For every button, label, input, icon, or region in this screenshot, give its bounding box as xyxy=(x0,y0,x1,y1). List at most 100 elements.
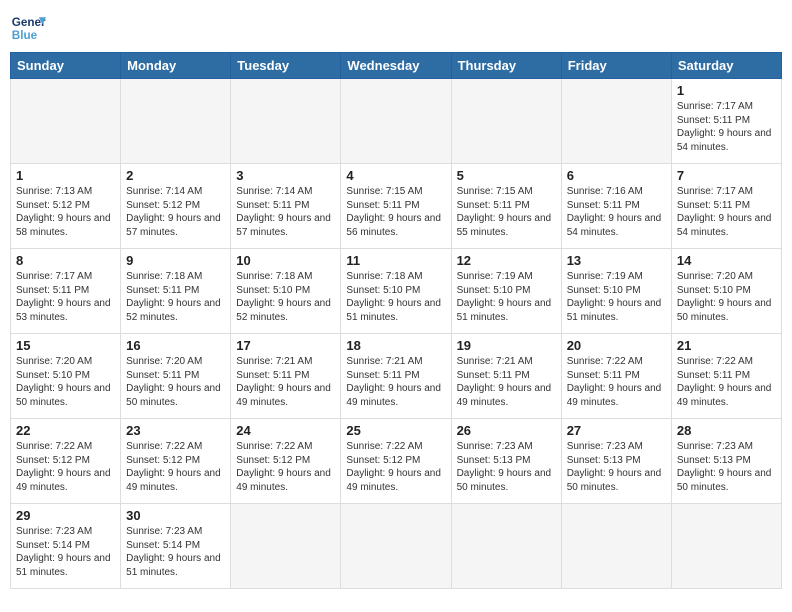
day-number: 18 xyxy=(346,338,445,353)
day-cell: 22Sunrise: 7:22 AMSunset: 5:12 PMDayligh… xyxy=(11,419,121,504)
day-cell: 29Sunrise: 7:23 AMSunset: 5:14 PMDayligh… xyxy=(11,504,121,589)
day-header-saturday: Saturday xyxy=(671,53,781,79)
day-number: 30 xyxy=(126,508,225,523)
day-info: Sunrise: 7:16 AMSunset: 5:11 PMDaylight:… xyxy=(567,185,666,239)
day-info: Sunrise: 7:23 AMSunset: 5:13 PMDaylight:… xyxy=(567,440,666,494)
logo: General Blue xyxy=(10,10,46,46)
day-cell: 10Sunrise: 7:18 AMSunset: 5:10 PMDayligh… xyxy=(231,249,341,334)
day-cell xyxy=(451,79,561,164)
day-cell: 25Sunrise: 7:22 AMSunset: 5:12 PMDayligh… xyxy=(341,419,451,504)
day-info: Sunrise: 7:22 AMSunset: 5:12 PMDaylight:… xyxy=(236,440,335,494)
day-cell: 21 Sunrise: 7:22 AMSunset: 5:11 PMDayligh… xyxy=(671,334,781,419)
day-cell: 23Sunrise: 7:22 AMSunset: 5:12 PMDayligh… xyxy=(121,419,231,504)
day-info: Sunrise: 7:22 AMSunset: 5:12 PMDaylight:… xyxy=(16,440,115,494)
day-number: 7 xyxy=(677,168,776,183)
day-number: 21 xyxy=(677,338,776,353)
day-cell xyxy=(451,504,561,589)
day-cell: 11 Sunrise: 7:18 AMSunset: 5:10 PMDayligh… xyxy=(341,249,451,334)
day-cell: 20 Sunrise: 7:22 AMSunset: 5:11 PMDayligh… xyxy=(561,334,671,419)
day-cell: 6 Sunrise: 7:16 AMSunset: 5:11 PMDaylight… xyxy=(561,164,671,249)
day-number: 2 xyxy=(126,168,225,183)
day-header-monday: Monday xyxy=(121,53,231,79)
day-cell xyxy=(231,79,341,164)
day-cell xyxy=(671,504,781,589)
day-cell: 5Sunrise: 7:15 AMSunset: 5:11 PMDaylight… xyxy=(451,164,561,249)
day-info: Sunrise: 7:15 AMSunset: 5:11 PMDaylight:… xyxy=(457,185,556,239)
day-number: 6 xyxy=(567,168,666,183)
day-cell: 3Sunrise: 7:14 AMSunset: 5:11 PMDaylight… xyxy=(231,164,341,249)
page-header: General Blue xyxy=(10,10,782,46)
day-info: Sunrise: 7:20 AMSunset: 5:10 PMDaylight:… xyxy=(16,355,115,409)
day-header-tuesday: Tuesday xyxy=(231,53,341,79)
day-info: Sunrise: 7:19 AMSunset: 5:10 PMDaylight:… xyxy=(567,270,666,324)
day-number: 8 xyxy=(16,253,115,268)
day-number: 24 xyxy=(236,423,335,438)
day-cell xyxy=(11,79,121,164)
day-cell: 16Sunrise: 7:20 AMSunset: 5:11 PMDayligh… xyxy=(121,334,231,419)
day-cell: 13Sunrise: 7:19 AMSunset: 5:10 PMDayligh… xyxy=(561,249,671,334)
week-row-1: 1 Sunrise: 7:17 AMSunset: 5:11 PMDaylight… xyxy=(11,79,782,164)
day-cell xyxy=(341,504,451,589)
day-number: 25 xyxy=(346,423,445,438)
day-number: 19 xyxy=(457,338,556,353)
day-header-thursday: Thursday xyxy=(451,53,561,79)
day-info: Sunrise: 7:18 AMSunset: 5:10 PMDaylight:… xyxy=(346,270,445,324)
day-info: Sunrise: 7:15 AMSunset: 5:11 PMDaylight:… xyxy=(346,185,445,239)
day-cell: 4 Sunrise: 7:15 AMSunset: 5:11 PMDaylight… xyxy=(341,164,451,249)
day-info: Sunrise: 7:21 AMSunset: 5:11 PMDaylight:… xyxy=(457,355,556,409)
day-number: 11 xyxy=(346,253,445,268)
week-row-4: 15 Sunrise: 7:20 AMSunset: 5:10 PMDayligh… xyxy=(11,334,782,419)
day-cell: 2 Sunrise: 7:14 AMSunset: 5:12 PMDaylight… xyxy=(121,164,231,249)
day-cell: 26 Sunrise: 7:23 AMSunset: 5:13 PMDayligh… xyxy=(451,419,561,504)
week-row-3: 8 Sunrise: 7:17 AMSunset: 5:11 PMDaylight… xyxy=(11,249,782,334)
day-cell: 14Sunrise: 7:20 AMSunset: 5:10 PMDayligh… xyxy=(671,249,781,334)
week-row-6: 29Sunrise: 7:23 AMSunset: 5:14 PMDayligh… xyxy=(11,504,782,589)
day-info: Sunrise: 7:19 AMSunset: 5:10 PMDaylight:… xyxy=(457,270,556,324)
day-number: 1 xyxy=(677,83,776,98)
day-info: Sunrise: 7:23 AMSunset: 5:13 PMDaylight:… xyxy=(677,440,776,494)
day-number: 1 xyxy=(16,168,115,183)
day-cell: 30 Sunrise: 7:23 AMSunset: 5:14 PMDayligh… xyxy=(121,504,231,589)
day-info: Sunrise: 7:21 AMSunset: 5:11 PMDaylight:… xyxy=(346,355,445,409)
day-info: Sunrise: 7:22 AMSunset: 5:11 PMDaylight:… xyxy=(567,355,666,409)
day-info: Sunrise: 7:23 AMSunset: 5:14 PMDaylight:… xyxy=(126,525,225,579)
day-info: Sunrise: 7:23 AMSunset: 5:13 PMDaylight:… xyxy=(457,440,556,494)
day-number: 15 xyxy=(16,338,115,353)
week-row-5: 22Sunrise: 7:22 AMSunset: 5:12 PMDayligh… xyxy=(11,419,782,504)
day-info: Sunrise: 7:17 AMSunset: 5:11 PMDaylight:… xyxy=(677,185,776,239)
day-cell: 7 Sunrise: 7:17 AMSunset: 5:11 PMDaylight… xyxy=(671,164,781,249)
day-cell: 9 Sunrise: 7:18 AMSunset: 5:11 PMDaylight… xyxy=(121,249,231,334)
day-cell: 1 Sunrise: 7:17 AMSunset: 5:11 PMDaylight… xyxy=(671,79,781,164)
day-number: 12 xyxy=(457,253,556,268)
day-cell: 8 Sunrise: 7:17 AMSunset: 5:11 PMDaylight… xyxy=(11,249,121,334)
day-info: Sunrise: 7:23 AMSunset: 5:14 PMDaylight:… xyxy=(16,525,115,579)
day-number: 3 xyxy=(236,168,335,183)
calendar-body: 1 Sunrise: 7:17 AMSunset: 5:11 PMDaylight… xyxy=(11,79,782,589)
day-info: Sunrise: 7:18 AMSunset: 5:11 PMDaylight:… xyxy=(126,270,225,324)
day-info: Sunrise: 7:17 AMSunset: 5:11 PMDaylight:… xyxy=(16,270,115,324)
day-info: Sunrise: 7:21 AMSunset: 5:11 PMDaylight:… xyxy=(236,355,335,409)
day-number: 20 xyxy=(567,338,666,353)
day-number: 16 xyxy=(126,338,225,353)
day-number: 10 xyxy=(236,253,335,268)
day-info: Sunrise: 7:17 AMSunset: 5:11 PMDaylight:… xyxy=(677,100,776,154)
day-info: Sunrise: 7:22 AMSunset: 5:11 PMDaylight:… xyxy=(677,355,776,409)
day-number: 23 xyxy=(126,423,225,438)
day-cell xyxy=(561,79,671,164)
day-cell: 18 Sunrise: 7:21 AMSunset: 5:11 PMDayligh… xyxy=(341,334,451,419)
day-info: Sunrise: 7:13 AMSunset: 5:12 PMDaylight:… xyxy=(16,185,115,239)
day-info: Sunrise: 7:20 AMSunset: 5:10 PMDaylight:… xyxy=(677,270,776,324)
day-cell xyxy=(121,79,231,164)
calendar-table: SundayMondayTuesdayWednesdayThursdayFrid… xyxy=(10,52,782,589)
day-cell xyxy=(231,504,341,589)
day-cell: 24 Sunrise: 7:22 AMSunset: 5:12 PMDayligh… xyxy=(231,419,341,504)
day-number: 4 xyxy=(346,168,445,183)
day-header-sunday: Sunday xyxy=(11,53,121,79)
day-number: 26 xyxy=(457,423,556,438)
day-cell xyxy=(561,504,671,589)
day-cell: 27Sunrise: 7:23 AMSunset: 5:13 PMDayligh… xyxy=(561,419,671,504)
calendar-header-row: SundayMondayTuesdayWednesdayThursdayFrid… xyxy=(11,53,782,79)
day-cell: 1 Sunrise: 7:13 AMSunset: 5:12 PMDaylight… xyxy=(11,164,121,249)
day-info: Sunrise: 7:14 AMSunset: 5:12 PMDaylight:… xyxy=(126,185,225,239)
day-number: 9 xyxy=(126,253,225,268)
